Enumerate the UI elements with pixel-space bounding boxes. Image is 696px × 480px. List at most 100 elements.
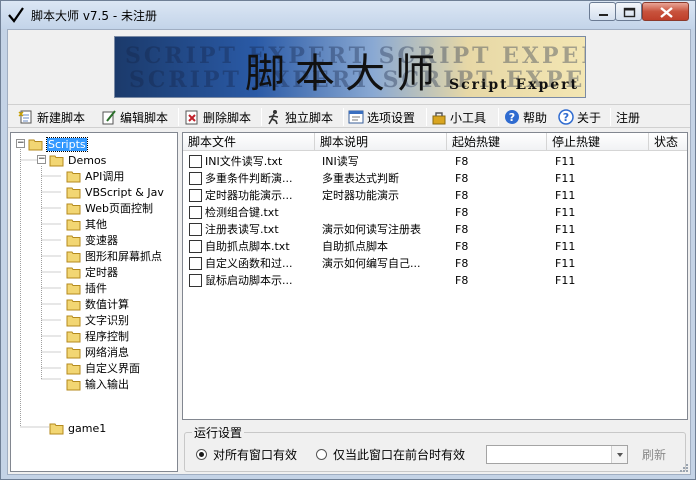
tree-node-demo-category[interactable]: 数值计算 <box>66 296 129 312</box>
row-checkbox[interactable] <box>189 240 202 253</box>
tree-node-label: 自定义界面 <box>85 362 140 375</box>
folder-icon <box>66 331 81 342</box>
table-row[interactable]: INI文件读写.txt INI读写 F8 F11 <box>183 153 687 170</box>
tree-node-demo-category[interactable]: 文字识别 <box>66 312 129 328</box>
help-button[interactable]: ? 帮助 <box>504 107 547 127</box>
cell-start-hotkey: F8 <box>455 240 469 253</box>
script-list[interactable]: 脚本文件 脚本说明 起始热键 停止热键 状态 INI文件读写.txt INI读写… <box>182 132 688 420</box>
table-row[interactable]: 自定义函数和过... 演示如何编写自己... F8 F11 <box>183 255 687 272</box>
folder-icon <box>66 171 81 182</box>
refresh-button[interactable]: 刷新 <box>642 446 666 463</box>
table-row[interactable]: 多重条件判断演... 多重表达式判断 F8 F11 <box>183 170 687 187</box>
tree-node-demo-category[interactable]: 图形和屏幕抓点 <box>66 248 162 264</box>
cell-stop-hotkey: F11 <box>555 257 576 270</box>
register-button[interactable]: 注册 <box>616 107 640 127</box>
standalone-script-button[interactable]: 独立脚本 <box>266 107 333 127</box>
tools-label: 小工具 <box>450 110 487 125</box>
column-header-description[interactable]: 脚本说明 <box>315 133 447 151</box>
tree-node-demo-category[interactable]: 插件 <box>66 280 107 296</box>
title-bar[interactable]: 脚本大师 v7.5 - 未注册 <box>1 1 695 29</box>
about-button[interactable]: ? 关于 <box>558 107 601 127</box>
column-header-stop-hotkey[interactable]: 停止热键 <box>547 133 649 151</box>
cell-description <box>322 272 444 289</box>
tree-node-demo-category[interactable]: 输入输出 <box>66 376 129 392</box>
tree-node-demo-category[interactable]: 变速器 <box>66 232 118 248</box>
row-checkbox[interactable] <box>189 257 202 270</box>
toolbar-separator <box>261 108 262 126</box>
row-checkbox[interactable] <box>189 155 202 168</box>
tree-node-demo-category[interactable]: 自定义界面 <box>66 360 140 376</box>
cell-file: 定时器功能演示... <box>205 189 293 202</box>
tree-node-demo-category[interactable]: 其他 <box>66 216 107 232</box>
tree-node-label: 其他 <box>85 218 107 231</box>
cell-file: 自定义函数和过... <box>205 257 293 270</box>
tools-button[interactable]: 小工具 <box>431 107 486 127</box>
tree-node-label: 变速器 <box>85 234 118 247</box>
window-select-dropdown[interactable] <box>486 445 628 464</box>
column-header-file[interactable]: 脚本文件 <box>183 133 315 151</box>
radio-selected-icon <box>196 449 207 460</box>
tree-node-label: Web页面控制 <box>85 202 153 215</box>
tree-node-label: Demos <box>68 153 107 167</box>
column-header-start-hotkey[interactable]: 起始热键 <box>447 133 547 151</box>
cell-stop-hotkey: F11 <box>555 206 576 219</box>
edit-script-button[interactable]: 编辑脚本 <box>101 107 168 127</box>
tree-collapse-toggle[interactable]: − <box>37 155 46 164</box>
resize-grip-icon[interactable] <box>679 463 689 473</box>
radio-all-windows-label: 对所有窗口有效 <box>213 448 298 462</box>
tree-node-label: 图形和屏幕抓点 <box>85 250 162 263</box>
tree-node-demos[interactable]: Demos <box>49 152 106 168</box>
tree-node-demo-category[interactable]: API调用 <box>66 168 124 184</box>
tree-node-demo-category[interactable]: VBScript & Jav <box>66 184 164 200</box>
maximize-button[interactable] <box>615 2 642 21</box>
minimize-icon <box>599 14 608 16</box>
tree-node-game1[interactable]: game1 <box>49 420 106 436</box>
tools-icon <box>432 112 446 125</box>
cell-status <box>655 255 685 272</box>
tree-node-scripts[interactable]: Scripts <box>28 136 88 152</box>
row-checkbox[interactable] <box>189 206 202 219</box>
row-checkbox[interactable] <box>189 274 202 287</box>
row-checkbox[interactable] <box>189 223 202 236</box>
column-header-status[interactable]: 状态 <box>649 133 687 151</box>
dropdown-arrow[interactable] <box>611 446 627 463</box>
table-row[interactable]: 注册表读写.txt 演示如何读写注册表 F8 F11 <box>183 221 687 238</box>
cell-start-hotkey: F8 <box>455 274 469 287</box>
row-checkbox[interactable] <box>189 189 202 202</box>
banner-image: SCRIPT EXPERT SCRIPT EXPERT SCRIPT EXPER… <box>114 36 586 98</box>
tree-node-label: game1 <box>68 421 107 435</box>
settings-window-icon <box>348 110 364 124</box>
delete-icon <box>185 110 198 125</box>
delete-script-button[interactable]: 删除脚本 <box>184 107 251 127</box>
radio-all-windows[interactable]: 对所有窗口有效 <box>196 446 297 463</box>
options-button[interactable]: 选项设置 <box>348 107 415 127</box>
tree-node-demo-category[interactable]: 定时器 <box>66 264 118 280</box>
table-row[interactable]: 自助抓点脚本.txt 自助抓点脚本 F8 F11 <box>183 238 687 255</box>
table-row[interactable]: 检测组合键.txt F8 F11 <box>183 204 687 221</box>
check-icon <box>8 7 24 23</box>
cell-description: 演示如何读写注册表 <box>322 223 421 236</box>
new-script-button[interactable]: 新建脚本 <box>18 107 85 127</box>
minimize-button[interactable] <box>589 2 616 21</box>
close-button[interactable] <box>642 2 689 21</box>
close-icon <box>660 7 673 18</box>
table-row[interactable]: 鼠标启动脚本示... F8 F11 <box>183 272 687 289</box>
window-title: 脚本大师 v7.5 - 未注册 <box>31 9 157 23</box>
tree-node-demo-category[interactable]: 程序控制 <box>66 328 129 344</box>
cell-start-hotkey: F8 <box>455 172 469 185</box>
tree-node-label: Scripts <box>46 136 88 152</box>
radio-foreground-only-label: 仅当此窗口在前台时有效 <box>333 448 466 462</box>
script-tree[interactable]: − Scripts − Demos API调用 VBScript & Jav W… <box>10 132 178 472</box>
cell-stop-hotkey: F11 <box>555 274 576 287</box>
cell-description: INI读写 <box>322 155 359 168</box>
table-row[interactable]: 定时器功能演示... 定时器功能演示 F8 F11 <box>183 187 687 204</box>
radio-foreground-only[interactable]: 仅当此窗口在前台时有效 <box>316 446 465 463</box>
tree-node-demo-category[interactable]: Web页面控制 <box>66 200 153 216</box>
svg-text:?: ? <box>563 111 569 124</box>
tree-collapse-toggle[interactable]: − <box>16 139 25 148</box>
folder-icon <box>66 363 81 374</box>
tree-node-demo-category[interactable]: 网络消息 <box>66 344 129 360</box>
folder-icon <box>66 251 81 262</box>
cell-description: 定时器功能演示 <box>322 189 399 202</box>
row-checkbox[interactable] <box>189 172 202 185</box>
